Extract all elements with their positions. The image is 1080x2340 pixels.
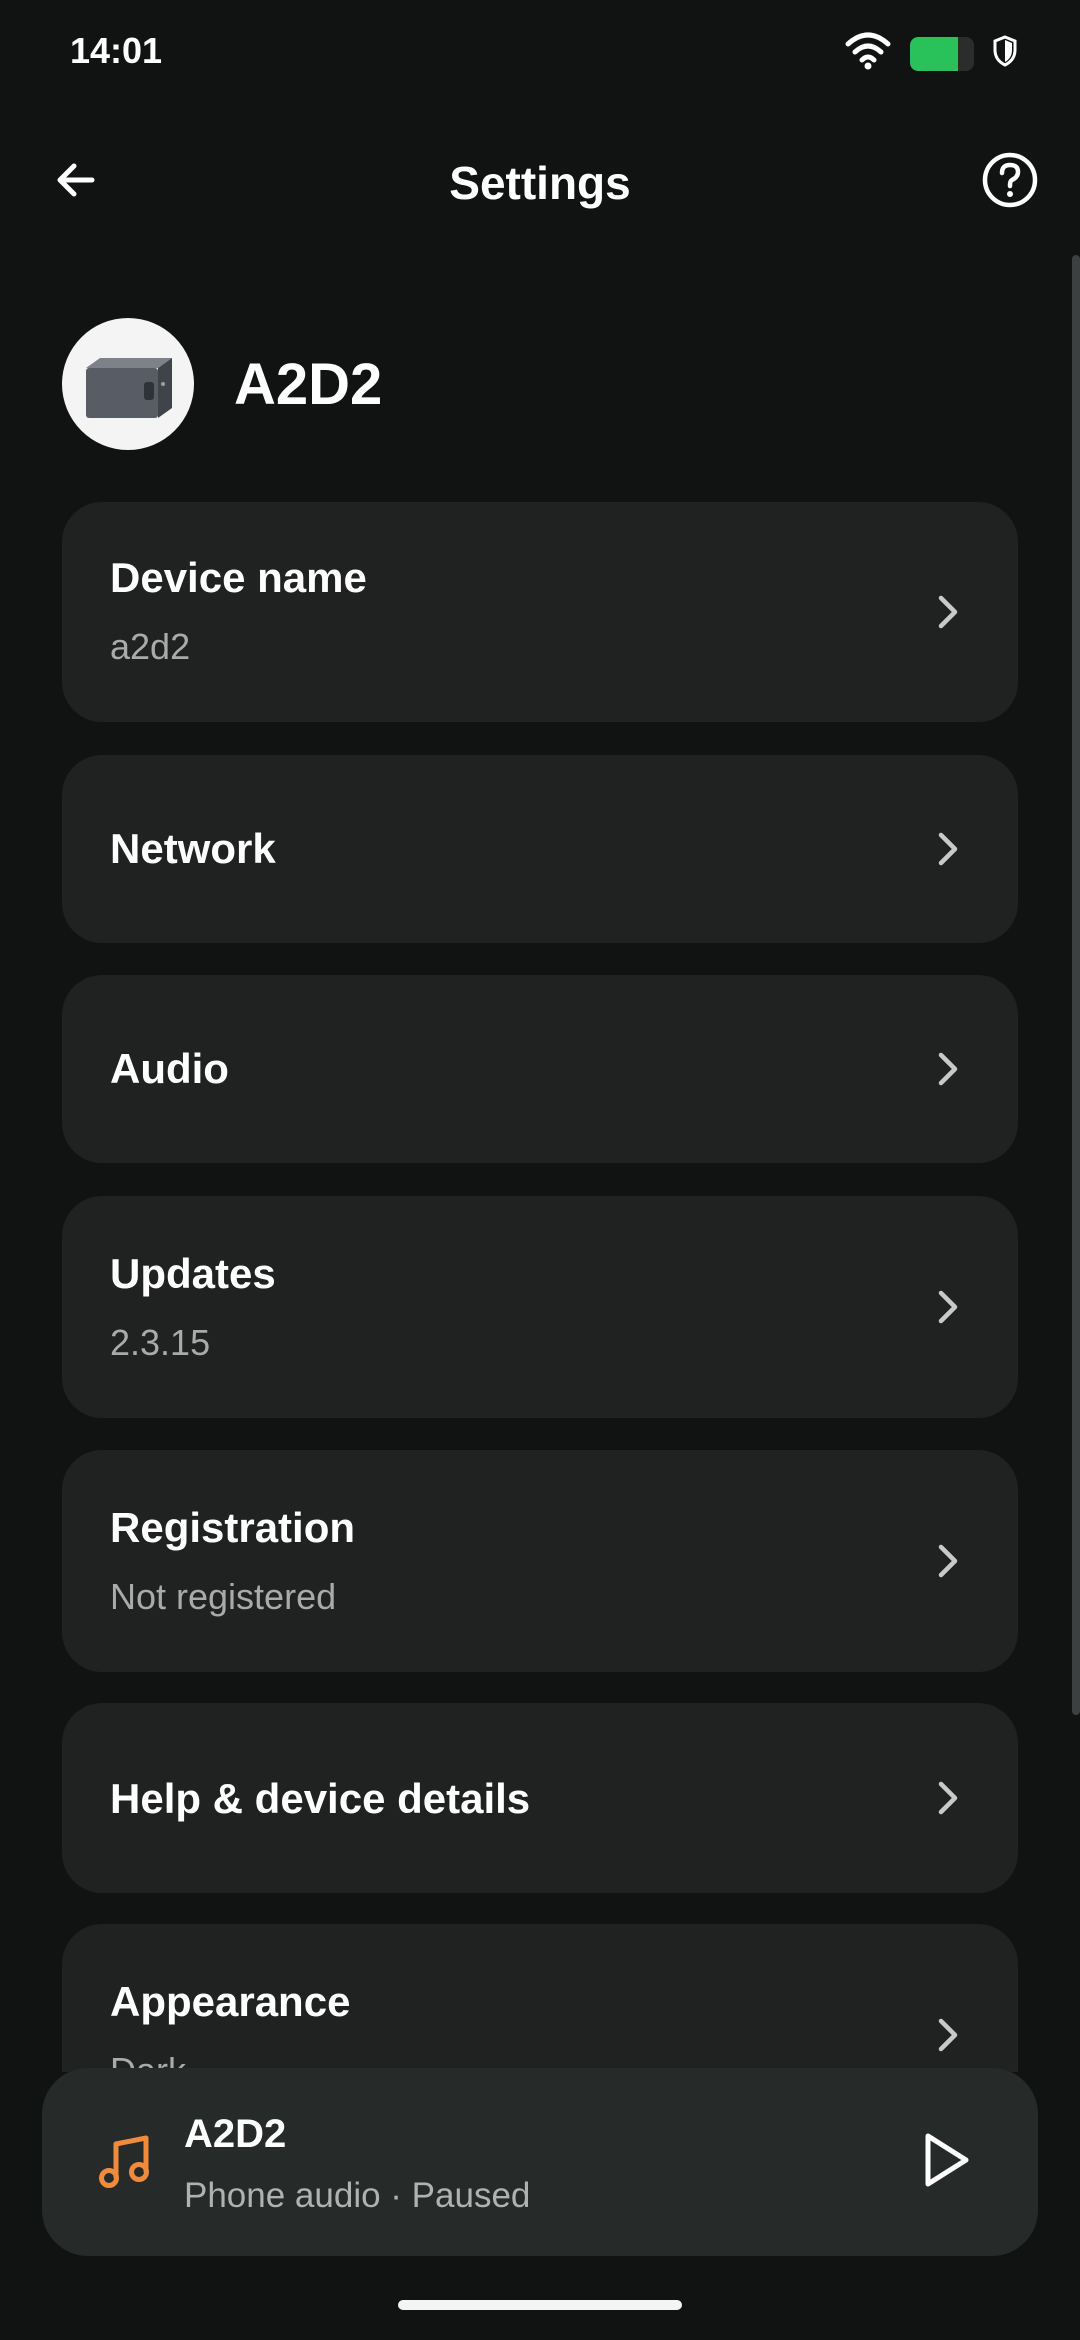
settings-screen: 14:01 Settings A2D2 Device name a2d2 Net…	[0, 0, 1080, 2340]
player-subtitle: Phone audio · Paused	[184, 2176, 531, 2215]
setting-label: Registration	[110, 1504, 356, 1551]
setting-label: Appearance	[110, 1978, 351, 2025]
music-note-icon	[84, 2120, 168, 2204]
help-button[interactable]	[970, 142, 1050, 222]
chevron-right-icon	[928, 1287, 968, 1327]
scrollbar[interactable]	[1072, 255, 1080, 1715]
chevron-right-icon	[928, 592, 968, 632]
setting-appearance[interactable]: Appearance Dark	[62, 1924, 1018, 2072]
setting-value: 2.3.15	[110, 1322, 211, 1363]
device-box-icon	[72, 326, 184, 443]
setting-value: a2d2	[110, 626, 191, 667]
page-title: Settings	[449, 157, 631, 209]
home-indicator[interactable]	[398, 2300, 682, 2310]
scrollbar-thumb[interactable]	[1072, 255, 1080, 1715]
status-bar: 14:01	[0, 0, 1080, 110]
setting-network[interactable]: Network	[62, 755, 1018, 943]
battery-fill	[910, 36, 958, 71]
play-button[interactable]	[898, 2114, 994, 2210]
app-header: Settings	[0, 120, 1080, 244]
setting-device-name[interactable]: Device name a2d2	[62, 502, 1018, 722]
status-icons	[844, 32, 1018, 75]
player-title: A2D2	[184, 2112, 287, 2156]
setting-help-device-details[interactable]: Help & device details	[62, 1703, 1018, 1893]
help-circle-icon	[981, 151, 1039, 214]
setting-label: Network	[110, 825, 276, 872]
chevron-right-icon	[928, 829, 968, 869]
setting-value: Not registered	[110, 1576, 337, 1617]
chevron-right-icon	[928, 2015, 968, 2055]
mini-player[interactable]: A2D2 Phone audio · Paused	[42, 2068, 1038, 2256]
chevron-right-icon	[928, 1541, 968, 1581]
avatar	[62, 318, 194, 450]
setting-audio[interactable]: Audio	[62, 975, 1018, 1163]
play-icon	[918, 2130, 974, 2195]
setting-label: Updates	[110, 1250, 276, 1297]
setting-label: Help & device details	[110, 1775, 531, 1822]
settings-list: Device name a2d2 Network Audio Updates 2…	[62, 502, 1018, 2072]
battery-icon	[910, 36, 974, 71]
wifi-icon	[844, 32, 892, 75]
device-title: A2D2	[234, 351, 383, 417]
status-time: 14:01	[70, 30, 163, 71]
setting-label: Device name	[110, 554, 367, 601]
setting-label: Audio	[110, 1045, 229, 1092]
shield-icon	[992, 35, 1018, 72]
device-header: A2D2	[62, 318, 382, 450]
setting-updates[interactable]: Updates 2.3.15	[62, 1196, 1018, 1418]
chevron-right-icon	[928, 1049, 968, 1089]
chevron-right-icon	[928, 1778, 968, 1818]
setting-registration[interactable]: Registration Not registered	[62, 1450, 1018, 1672]
